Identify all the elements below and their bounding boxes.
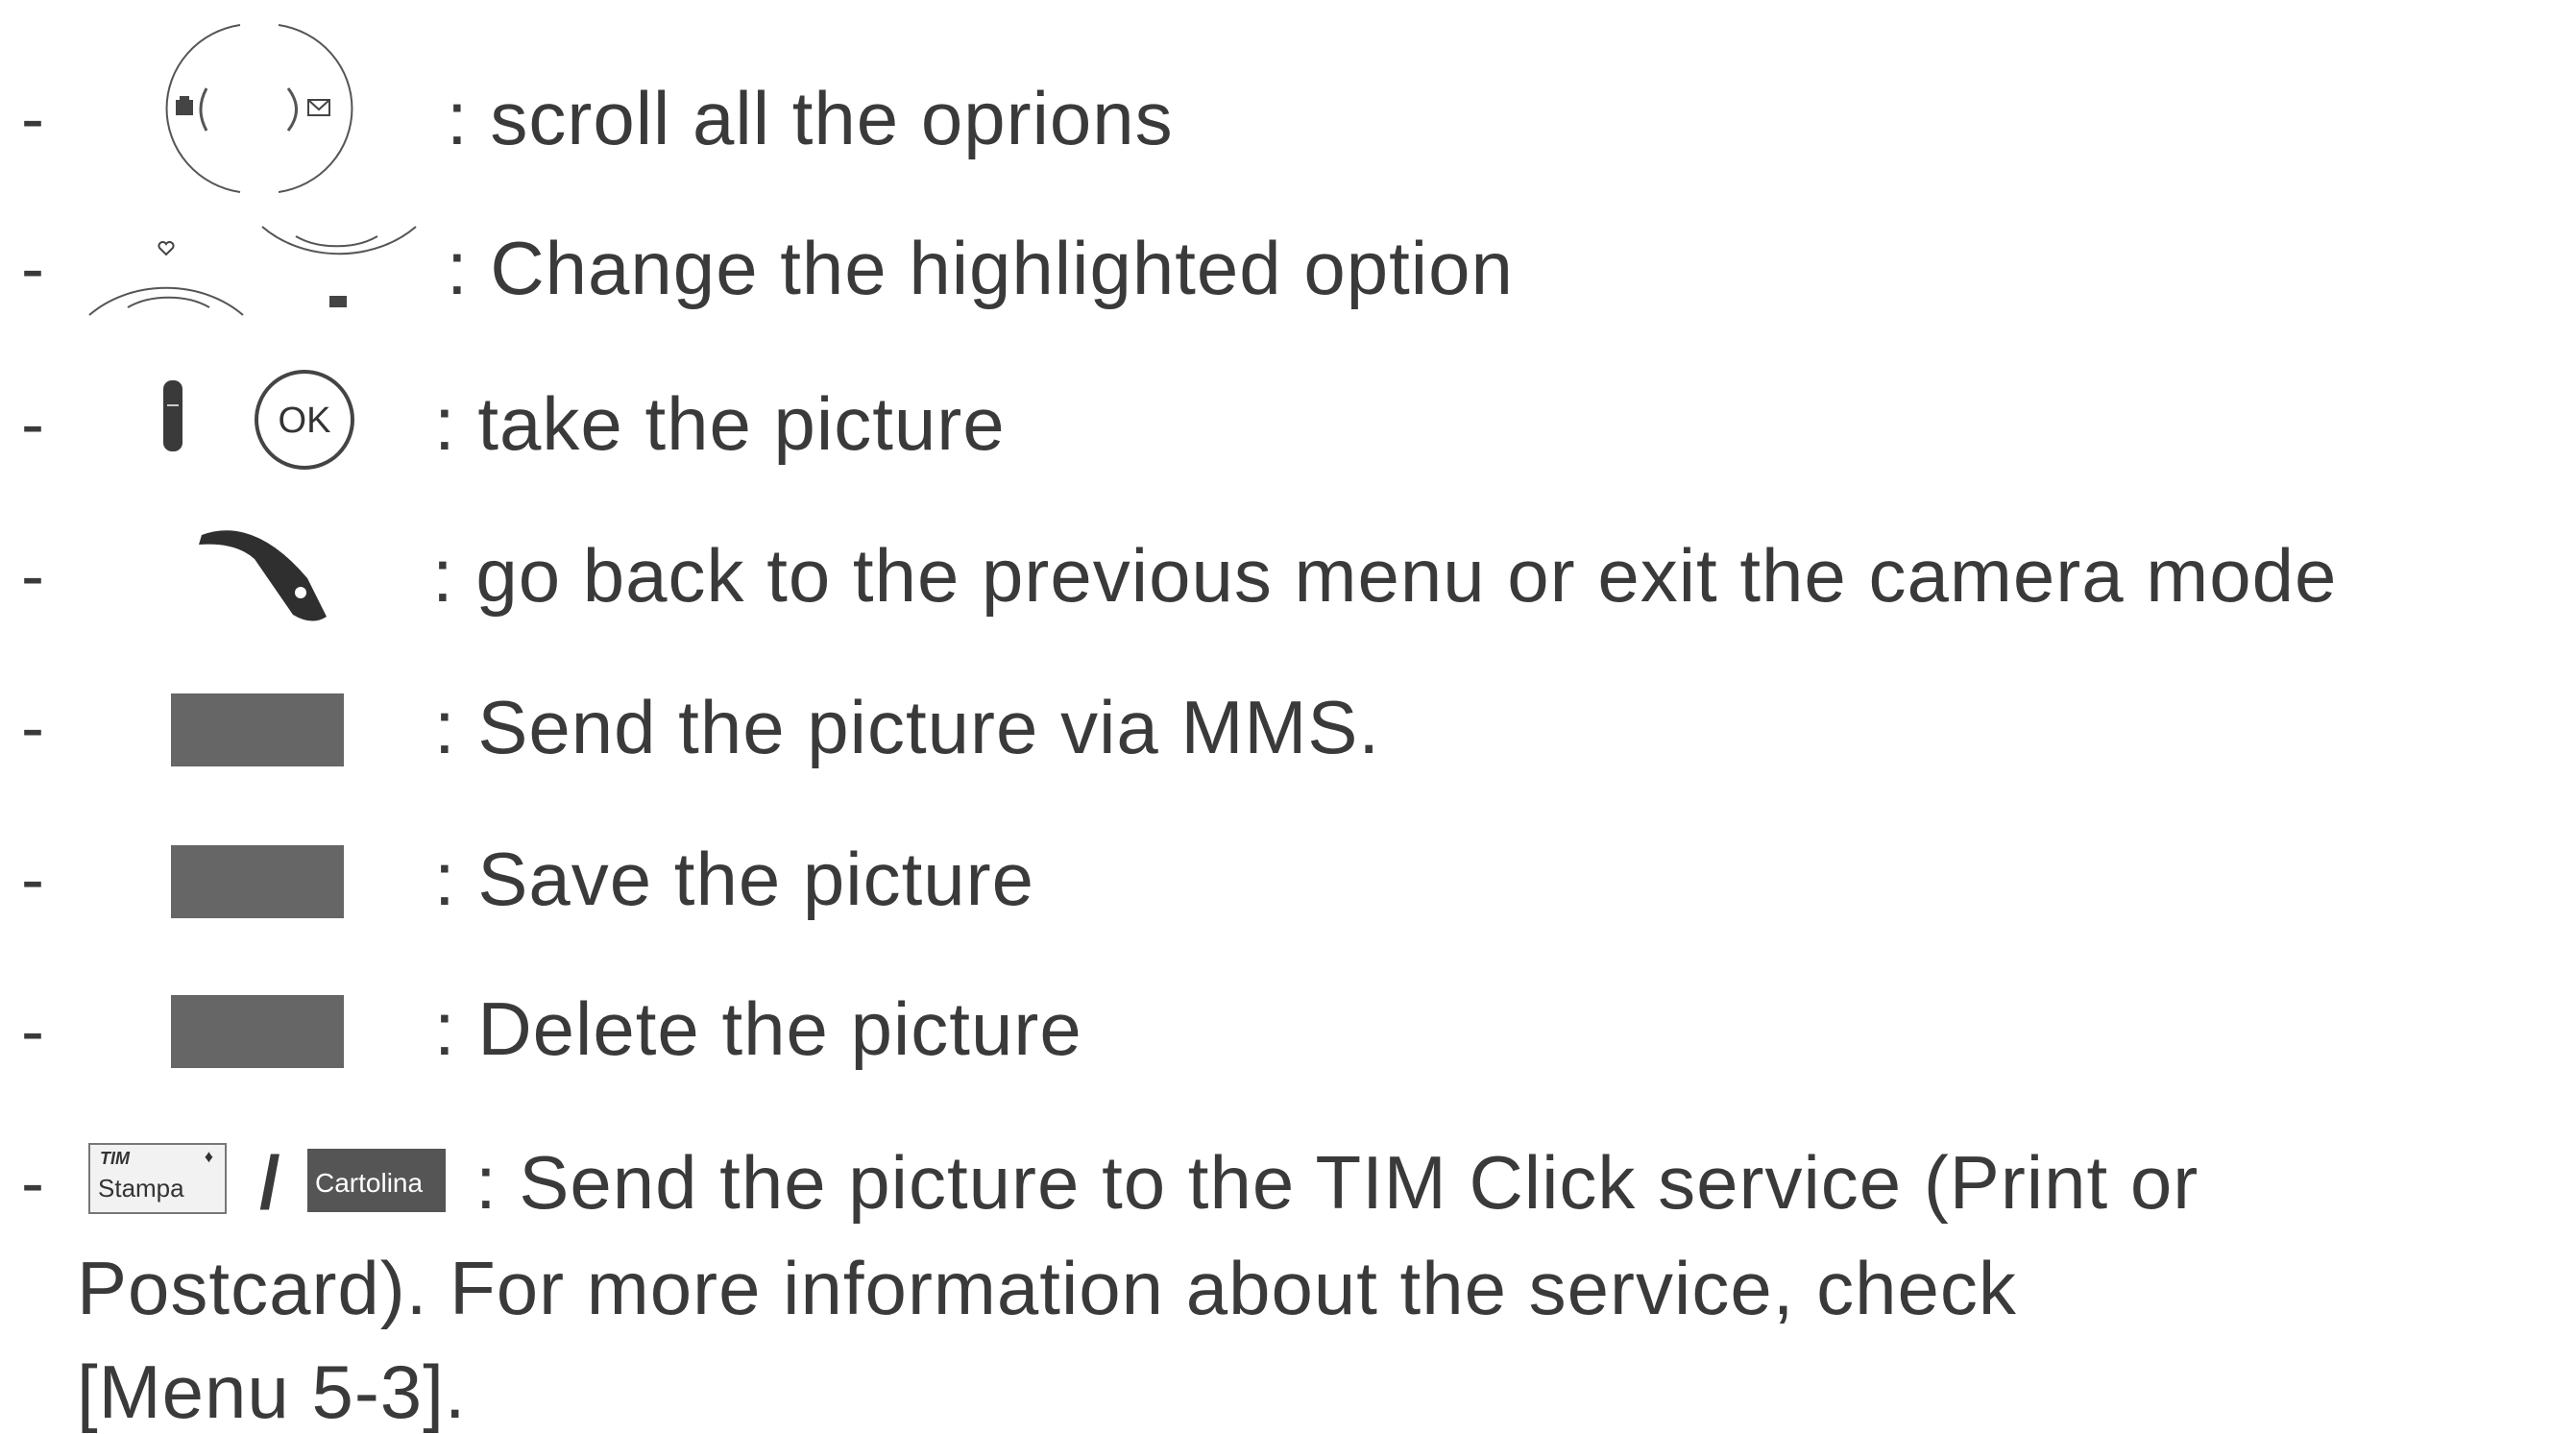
camera-side-key-icon [163,380,182,451]
separator-slash: / [259,1140,281,1225]
soft-key-icon [171,845,344,918]
bullet-dash: - [21,538,44,615]
list-item: - OK : take the picture [0,352,2576,496]
bullet-dash: - [21,1145,44,1222]
soft-key-icon [171,693,344,766]
ok-key-icon: OK [255,370,354,470]
bullet-dash: - [21,386,44,463]
bullet-dash: - [21,993,44,1070]
bullet-dash: - [21,81,44,158]
list-item: - : Delete the picture [0,959,2576,1103]
up-down-nav-keys-icon [88,226,417,316]
list-item: - : Save the picture [0,807,2576,951]
item-text: : scroll all the oprions [447,76,1174,160]
list-item: - : Change the highlighted option [0,200,2576,344]
item-text-line-1: : Send the picture to the TIM Click serv… [475,1140,2199,1225]
cartolina-icon: Cartolina [307,1149,446,1212]
item-text: : Save the picture [434,837,1035,921]
item-text: : Delete the picture [434,986,1082,1071]
bullet-dash: - [21,690,44,766]
item-text: : Send the picture via MMS. [434,685,1381,769]
item-text: : Change the highlighted option [447,226,1514,310]
bullet-dash: - [21,841,44,918]
item-text-line-2: Postcard). For more information about th… [77,1246,2017,1330]
list-item: - : scroll all the oprions [0,24,2576,193]
clear-key-icon [199,530,327,621]
soft-key-icon [171,995,344,1068]
svg-text:OK: OK [279,401,331,441]
item-text: : take the picture [434,381,1006,466]
tim-stampa-icon: TIM ♦ Stampa [88,1143,227,1214]
list-item: - TIM ♦ Stampa / Cartolina : Send the pi… [0,1110,2576,1432]
item-text-line-3: [Menu 5-3]. [77,1349,467,1434]
item-text: : go back to the previous menu or exit t… [432,533,2338,618]
list-item: - : go back to the previous menu or exit… [0,503,2576,647]
bullet-dash: - [21,231,44,307]
left-right-nav-keys-icon [165,24,353,193]
list-item: - : Send the picture via MMS. [0,655,2576,799]
